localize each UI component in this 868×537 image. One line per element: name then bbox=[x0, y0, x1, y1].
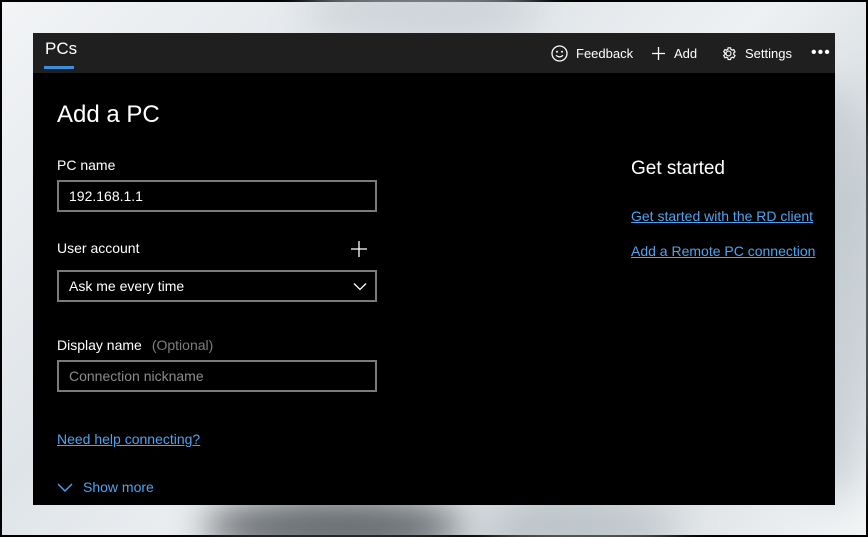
get-started-link[interactable]: Get started with the RD client bbox=[631, 208, 813, 224]
chevron-down-icon bbox=[353, 283, 367, 291]
show-more-toggle[interactable]: Show more bbox=[57, 479, 154, 495]
add-user-account-button[interactable] bbox=[349, 239, 369, 264]
help-link[interactable]: Need help connecting? bbox=[57, 431, 200, 447]
gear-icon bbox=[722, 46, 736, 60]
display-name-input[interactable] bbox=[57, 360, 377, 392]
app-window: PCs Feedback Add Settings ••• Add a PC P… bbox=[33, 33, 835, 505]
user-account-value: Ask me every time bbox=[69, 278, 185, 294]
tab-pcs[interactable]: PCs bbox=[45, 39, 77, 59]
settings-label: Settings bbox=[745, 45, 792, 61]
pc-name-input[interactable] bbox=[57, 180, 377, 212]
add-label: Add bbox=[674, 45, 698, 61]
optional-hint: (Optional) bbox=[151, 337, 214, 353]
settings-button[interactable]: Settings bbox=[720, 33, 792, 73]
feedback-label: Feedback bbox=[576, 45, 634, 61]
smiley-icon bbox=[551, 44, 568, 62]
pc-name-label: PC name bbox=[57, 157, 116, 173]
display-name-label: Display name (Optional) bbox=[57, 337, 213, 353]
get-started-heading: Get started bbox=[631, 158, 725, 179]
page-title: Add a PC bbox=[57, 101, 160, 128]
user-account-label: User account bbox=[57, 240, 140, 256]
add-remote-pc-link[interactable]: Add a Remote PC connection bbox=[631, 243, 815, 259]
title-bar: PCs Feedback Add Settings ••• bbox=[33, 33, 835, 73]
show-more-label: Show more bbox=[83, 479, 154, 495]
user-account-dropdown[interactable]: Ask me every time bbox=[57, 270, 377, 302]
display-name-label-text: Display name bbox=[57, 337, 142, 353]
feedback-button[interactable]: Feedback bbox=[551, 33, 633, 73]
add-button[interactable]: Add bbox=[651, 33, 697, 73]
background-blur bbox=[482, 502, 682, 537]
plus-icon bbox=[351, 241, 367, 257]
tab-active-indicator bbox=[44, 66, 74, 69]
plus-icon bbox=[652, 46, 665, 60]
more-button[interactable]: ••• bbox=[811, 33, 831, 73]
chevron-down-icon bbox=[57, 483, 73, 492]
